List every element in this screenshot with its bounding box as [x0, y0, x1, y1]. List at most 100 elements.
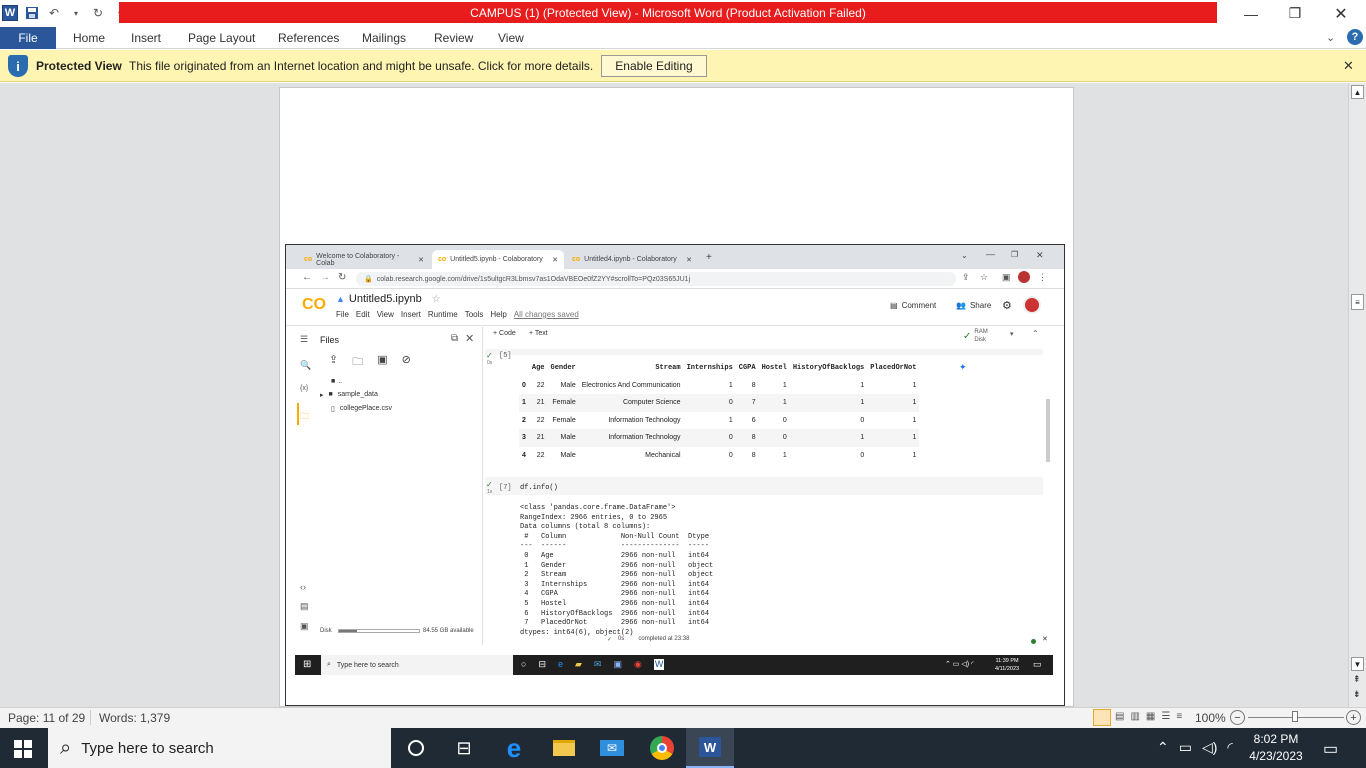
- add-code-button[interactable]: + Code: [493, 330, 516, 337]
- inner-taskview-icon[interactable]: ⊟: [538, 659, 546, 670]
- scroll-up-icon[interactable]: ▲: [1351, 85, 1364, 99]
- cell-5-run-check-icon[interactable]: ✓: [486, 351, 493, 360]
- wifi-icon[interactable]: ◜: [1227, 739, 1232, 756]
- inner-explorer-icon[interactable]: ▰: [575, 659, 582, 670]
- battery-icon[interactable]: ▭: [1179, 739, 1192, 756]
- menu-tools[interactable]: Tools: [465, 310, 484, 319]
- inner-tray-icons[interactable]: ⌃ ▭ ◁) ◜: [945, 660, 974, 668]
- browser-close-icon[interactable]: ✕: [1036, 250, 1044, 261]
- help-icon[interactable]: ?: [1347, 29, 1363, 45]
- user-avatar[interactable]: [1023, 296, 1041, 314]
- system-clock[interactable]: 8:02 PM 4/23/2023: [1246, 731, 1306, 765]
- zoom-out-icon[interactable]: −: [1230, 710, 1245, 725]
- tree-item-sample-data[interactable]: ▸ ■ sample_data: [320, 391, 378, 399]
- browser-menu-icon[interactable]: ⋮: [1038, 272, 1047, 283]
- close-button[interactable]: ✕: [1318, 0, 1364, 27]
- forward-icon[interactable]: →: [320, 272, 330, 283]
- side-panel-icon[interactable]: ▣: [1002, 272, 1011, 283]
- close-tab-icon[interactable]: ✕: [686, 256, 692, 264]
- edge-icon[interactable]: e: [490, 728, 538, 768]
- new-tab-icon[interactable]: +: [706, 252, 712, 263]
- cortana-icon[interactable]: [392, 728, 440, 768]
- inner-photos-icon[interactable]: ▣: [613, 659, 622, 670]
- tab-mailings[interactable]: Mailings: [362, 27, 406, 49]
- cell-7-code-area[interactable]: [485, 477, 1043, 495]
- page-indicator[interactable]: Page: 11 of 29: [8, 711, 85, 725]
- print-layout-icon[interactable]: ▤: [1115, 711, 1124, 722]
- draft-icon[interactable]: ≡: [1176, 711, 1182, 722]
- taskbar-search-box[interactable]: ⌕ Type here to search: [48, 728, 391, 768]
- profile-avatar[interactable]: [1018, 271, 1030, 283]
- browser-tab-welcome[interactable]: co Welcome to Colaboratory - Colab ✕: [298, 250, 430, 269]
- inner-cortana-icon[interactable]: ○: [521, 659, 526, 670]
- tab-search-icon[interactable]: ⌄: [961, 251, 968, 260]
- inner-clock[interactable]: 11:39 PM 4/11/2023: [995, 657, 1019, 673]
- search-icon[interactable]: 🔍: [300, 360, 311, 371]
- bookmark-star-icon[interactable]: ☆: [980, 272, 988, 283]
- star-icon[interactable]: ☆: [432, 294, 441, 305]
- menu-help[interactable]: Help: [490, 310, 506, 319]
- web-layout-icon[interactable]: ▦: [1146, 711, 1155, 722]
- save-icon[interactable]: [24, 5, 40, 21]
- collapse-ribbon-icon[interactable]: ⌄: [1326, 31, 1335, 44]
- browser-minimize-icon[interactable]: —: [986, 249, 995, 259]
- notebook-title[interactable]: Untitled5.ipynb: [349, 293, 422, 305]
- cell-7-run-check-icon[interactable]: ✓: [486, 480, 493, 489]
- terminal-icon[interactable]: ▣: [300, 621, 309, 632]
- close-tab-icon[interactable]: ✕: [552, 256, 558, 264]
- reload-icon[interactable]: ↻: [338, 272, 346, 283]
- redo-icon[interactable]: ↻: [90, 5, 106, 21]
- volume-icon[interactable]: ◁): [1202, 739, 1217, 756]
- menu-file[interactable]: File: [336, 310, 349, 319]
- saved-status[interactable]: All changes saved: [514, 310, 579, 319]
- inner-edge-icon[interactable]: e: [558, 659, 563, 670]
- inner-chrome-icon[interactable]: ◉: [634, 659, 642, 670]
- minimize-button[interactable]: —: [1228, 0, 1274, 27]
- close-panel-icon[interactable]: ✕: [465, 332, 474, 345]
- browser-tab-untitled5[interactable]: co Untitled5.ipynb - Colaboratory ✕: [432, 250, 564, 269]
- inner-search-box[interactable]: ⌕ Type here to search: [321, 655, 513, 675]
- vertical-scrollbar[interactable]: ▲ ≡ ▼ ⇞ ⇟: [1348, 83, 1366, 707]
- chrome-icon[interactable]: [638, 728, 686, 768]
- status-close-icon[interactable]: ✕: [1042, 635, 1048, 643]
- command-palette-icon[interactable]: ▤: [300, 601, 309, 612]
- share-page-icon[interactable]: ⇪: [962, 272, 970, 283]
- back-icon[interactable]: ←: [302, 272, 312, 283]
- folder-icon[interactable]: 🗀: [300, 409, 309, 425]
- address-bar[interactable]: 🔒 colab.research.google.com/drive/1s5ult…: [356, 272, 956, 286]
- inner-mail-icon[interactable]: ✉: [594, 659, 602, 670]
- prev-page-icon[interactable]: ⇞: [1353, 674, 1361, 685]
- undo-icon[interactable]: ↶: [46, 5, 62, 21]
- tree-item-csv[interactable]: ▯ collegePlace.csv: [331, 405, 392, 413]
- close-bar-icon[interactable]: ✕: [1343, 58, 1354, 74]
- cell-7-code[interactable]: df.info(): [520, 484, 558, 492]
- scroll-thumb[interactable]: ≡: [1351, 294, 1364, 310]
- new-folder-icon[interactable]: 🗀: [352, 353, 363, 372]
- code-snippets-icon[interactable]: ‹›: [300, 582, 306, 592]
- variables-icon[interactable]: {x}: [300, 385, 308, 392]
- scroll-down-icon[interactable]: ▼: [1351, 657, 1364, 671]
- output-scrollbar[interactable]: [1046, 399, 1050, 462]
- upload-icon[interactable]: ⇪: [329, 353, 338, 372]
- settings-gear-icon[interactable]: ⚙: [1002, 299, 1012, 312]
- next-page-icon[interactable]: ⇟: [1353, 689, 1361, 700]
- browser-restore-icon[interactable]: ❐: [1011, 250, 1018, 259]
- hide-files-icon[interactable]: ⊘: [402, 353, 411, 372]
- cell-5-code-area[interactable]: [485, 349, 1043, 355]
- full-screen-icon[interactable]: ▥: [1130, 711, 1139, 722]
- collapse-icon[interactable]: ⌃: [1032, 329, 1039, 338]
- start-button[interactable]: [14, 740, 32, 761]
- close-tab-icon[interactable]: ✕: [418, 256, 424, 264]
- word-count[interactable]: Words: 1,379: [99, 711, 170, 725]
- tab-references[interactable]: References: [278, 27, 339, 49]
- open-new-window-icon[interactable]: ⧉: [451, 333, 458, 344]
- zoom-in-icon[interactable]: +: [1346, 710, 1361, 725]
- comment-button[interactable]: ▤ Comment: [890, 301, 936, 310]
- tree-item-parent[interactable]: ■..: [331, 378, 342, 385]
- file-explorer-icon[interactable]: [540, 728, 588, 768]
- toc-icon[interactable]: ☰: [300, 334, 308, 345]
- inner-notification-icon[interactable]: ▭: [1033, 659, 1042, 670]
- expand-icon[interactable]: ▸: [320, 391, 324, 399]
- mail-icon[interactable]: ✉: [588, 728, 636, 768]
- menu-view[interactable]: View: [377, 310, 394, 319]
